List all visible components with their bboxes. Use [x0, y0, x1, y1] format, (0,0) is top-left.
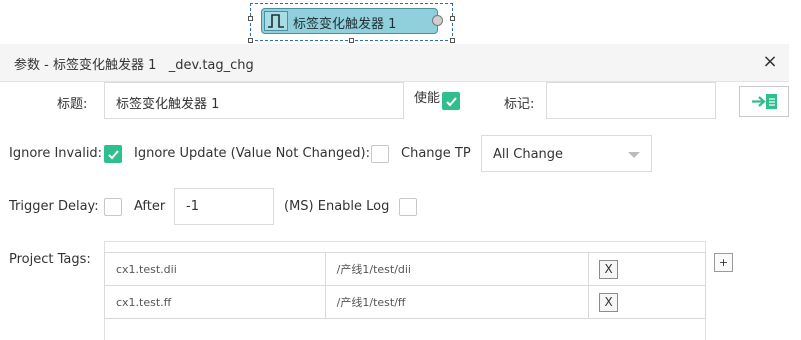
mark-input[interactable]: [546, 82, 716, 119]
ignore-invalid-label: Ignore Invalid:: [9, 146, 103, 161]
remove-tag-button[interactable]: X: [599, 259, 619, 279]
stage: 标签变化触发器 1 参数 - 标签变化触发器 1 _dev.tag_chg × …: [0, 0, 801, 340]
after-label: After: [134, 199, 166, 214]
ignore-invalid-checkbox[interactable]: [104, 145, 122, 163]
enable-checkbox[interactable]: [442, 92, 460, 110]
table-row: cx1.test.dii /产线1/test/dii X: [104, 252, 706, 286]
trigger-delay-label: Trigger Delay:: [9, 199, 99, 214]
remove-tag-button[interactable]: X: [599, 292, 619, 312]
enable-log-checkbox[interactable]: [399, 198, 417, 216]
selection-handle[interactable]: [349, 38, 354, 43]
output-port[interactable]: [432, 15, 443, 26]
tag-name-cell: cx1.test.dii: [104, 252, 326, 286]
selection-handle[interactable]: [450, 16, 455, 21]
change-tp-label: Change TP: [401, 146, 471, 161]
ignore-update-label: Ignore Update (Value Not Changed):: [134, 146, 370, 161]
trigger-node[interactable]: 标签变化触发器 1: [261, 8, 438, 34]
mark-label: 标记:: [504, 97, 535, 112]
change-tp-value: All Change: [493, 147, 564, 162]
tag-name-cell: cx1.test.ff: [104, 285, 326, 319]
title-label: 标题:: [57, 97, 88, 112]
tag-path-cell: /产线1/test/dii: [324, 252, 590, 286]
ignore-update-checkbox[interactable]: [371, 145, 389, 163]
selection-handle[interactable]: [248, 38, 253, 43]
dialog-header: 参数 - 标签变化触发器 1 _dev.tag_chg ×: [0, 44, 789, 82]
enable-label: 使能: [414, 91, 441, 106]
title-input[interactable]: 标签变化触发器 1: [104, 82, 404, 119]
pulse-wave-icon: [264, 11, 288, 31]
trigger-delay-checkbox[interactable]: [104, 198, 122, 216]
project-tags-table: cx1.test.dii /产线1/test/dii X cx1.test.ff…: [104, 252, 706, 319]
add-tag-button[interactable]: +: [714, 253, 733, 272]
chevron-down-icon: [628, 152, 640, 158]
after-input[interactable]: -1: [174, 188, 274, 225]
close-icon[interactable]: ×: [761, 53, 779, 71]
export-icon: [752, 94, 777, 109]
selection-handle[interactable]: [248, 16, 253, 21]
export-button[interactable]: [739, 86, 789, 117]
table-row: cx1.test.ff /产线1/test/ff X: [104, 285, 706, 319]
tag-path-cell: /产线1/test/ff: [324, 285, 590, 319]
node-label: 标签变化触发器 1: [293, 17, 397, 32]
dialog-title: 参数 - 标签变化触发器 1 _dev.tag_chg: [14, 58, 254, 73]
selection-handle[interactable]: [450, 38, 455, 43]
project-tags-label: Project Tags:: [9, 252, 91, 267]
tag-action-cell: X: [588, 252, 706, 286]
ms-enable-log-label: (MS) Enable Log: [284, 199, 390, 214]
tag-action-cell: X: [588, 285, 706, 319]
change-tp-select[interactable]: All Change: [481, 135, 652, 172]
